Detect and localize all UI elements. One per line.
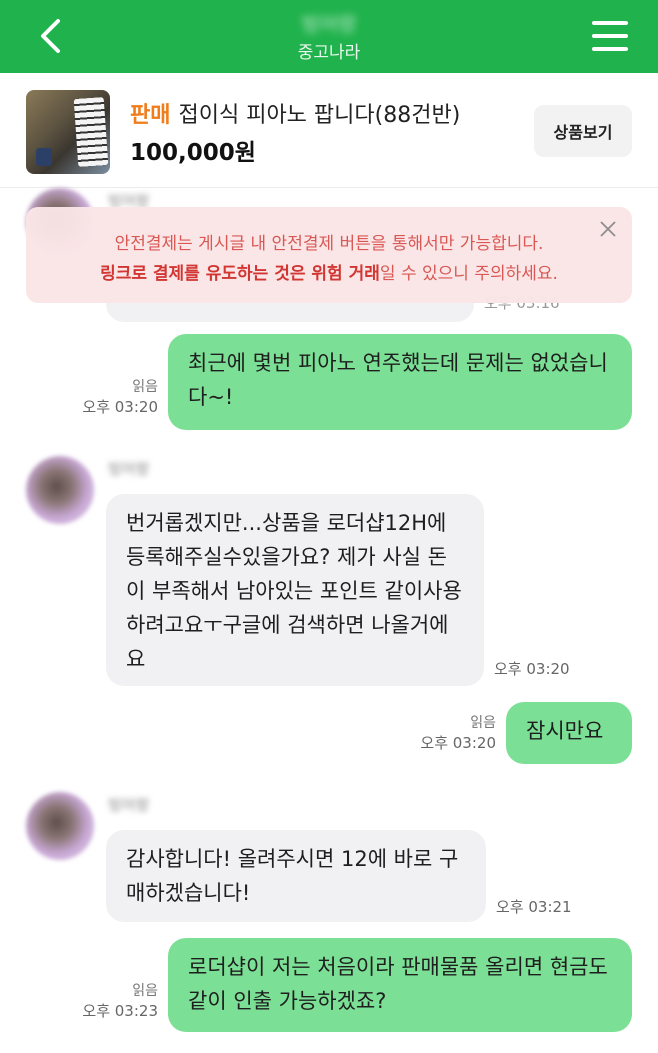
- product-thumbnail[interactable]: [26, 90, 110, 174]
- view-product-button[interactable]: 상품보기: [534, 105, 632, 157]
- safety-notice: 안전결제는 게시글 내 안전결제 버튼을 통해서만 가능합니다. 링크로 결제를…: [26, 207, 632, 303]
- product-price: 100,000원: [130, 140, 256, 166]
- notice-close-button[interactable]: [598, 219, 618, 239]
- message-time: 오후 03:20: [494, 660, 570, 678]
- message-meta: 읽음 오후 03:20: [82, 376, 158, 417]
- notice-warning-rest: 일 수 있으니 주의하세요.: [379, 264, 558, 284]
- sender-avatar[interactable]: [26, 792, 94, 860]
- message-bubble-incoming[interactable]: 감사합니다! 올려주시면 12에 바로 구매하겠습니다!: [106, 830, 486, 922]
- sender-avatar[interactable]: [26, 456, 94, 524]
- product-bar: 판매 접이식 피아노 팝니다(88건반) 100,000원 상품보기: [0, 73, 658, 188]
- notice-warning-bold: 링크로 결제를 유도하는 것은 위험 거래: [100, 264, 380, 284]
- menu-button[interactable]: [588, 16, 632, 56]
- message-time: 오후 03:20: [420, 734, 496, 752]
- message-meta: 읽음 오후 03:23: [82, 980, 158, 1021]
- app-header: 빙어랑 중고나라: [0, 0, 658, 73]
- close-icon: [600, 221, 616, 237]
- product-title: 판매 접이식 피아노 팝니다(88건반): [130, 97, 460, 129]
- notice-line-1: 안전결제는 게시글 내 안전결제 버튼을 통해서만 가능합니다.: [114, 234, 544, 254]
- notice-line-2: 링크로 결제를 유도하는 것은 위험 거래일 수 있으니 주의하세요.: [26, 259, 632, 284]
- read-receipt: 읽음: [132, 983, 158, 999]
- hamburger-menu-icon: [592, 21, 628, 25]
- message-bubble-outgoing[interactable]: 잠시만요: [506, 702, 632, 764]
- message-bubble-outgoing[interactable]: 최근에 몇번 피아노 연주했는데 문제는 없었습니다~!: [168, 334, 632, 430]
- message-time: 오후 03:20: [82, 398, 158, 416]
- chat-area[interactable]: 빙어랑 오후 03:16 안전결제는 게시글 내 안전결제 버튼을 통해서만 가…: [0, 188, 658, 1053]
- sale-status-badge: 판매: [130, 103, 171, 128]
- read-receipt: 읽음: [132, 379, 158, 395]
- message-meta: 읽음 오후 03:20: [420, 712, 496, 753]
- message-time: 오후 03:21: [496, 898, 572, 916]
- header-subtitle: 중고나라: [297, 43, 361, 63]
- message-bubble-incoming[interactable]: 번거롭겠지만...상품을 로더샵12H에 등록해주실수있을가요? 제가 사실 돈…: [106, 494, 484, 686]
- message-time: 오후 03:23: [82, 1002, 158, 1020]
- piano-keys-image: [73, 97, 109, 167]
- product-title-text: 접이식 피아노 팝니다(88건반): [178, 103, 461, 128]
- contact-name: 빙어랑: [301, 12, 357, 36]
- message-bubble-outgoing[interactable]: 로더샵이 저는 처음이라 판매물품 올리면 현금도 같이 인출 가능하겠죠?: [168, 938, 632, 1032]
- sender-name: 빙어랑: [108, 796, 150, 814]
- sender-name: 빙어랑: [108, 460, 150, 478]
- read-receipt: 읽음: [470, 715, 496, 731]
